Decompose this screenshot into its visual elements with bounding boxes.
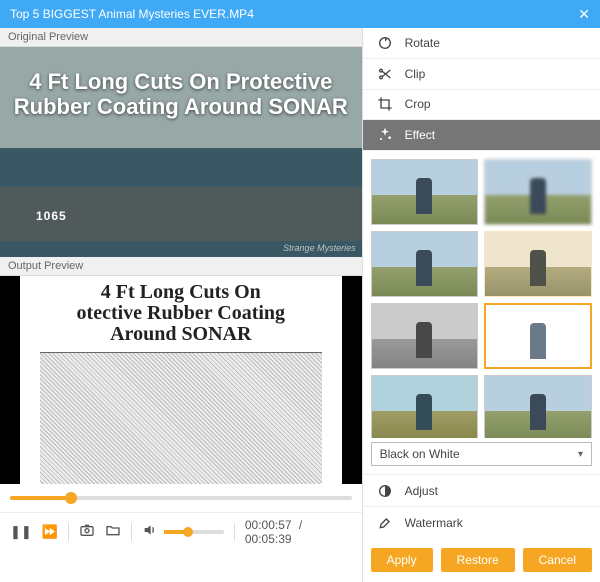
effect-dropdown[interactable]: Black on White ▾ bbox=[371, 442, 592, 466]
output-overlay-text: 4 Ft Long Cuts On otective Rubber Coatin… bbox=[20, 282, 342, 345]
effect-thumb[interactable] bbox=[371, 303, 479, 369]
right-panel: Rotate Clip Crop Effect Black on White bbox=[363, 28, 600, 582]
left-panel: Original Preview 1065 4 Ft Long Cuts On … bbox=[0, 28, 363, 582]
effect-thumb[interactable] bbox=[484, 159, 592, 225]
tool-watermark[interactable]: Watermark bbox=[363, 506, 600, 538]
hull-number: 1065 bbox=[36, 209, 67, 223]
tool-rotate-label: Rotate bbox=[405, 36, 440, 50]
seek-track[interactable] bbox=[10, 496, 352, 500]
window-title: Top 5 BIGGEST Animal Mysteries EVER.MP4 bbox=[10, 7, 578, 21]
scissors-icon bbox=[377, 66, 393, 82]
separator bbox=[131, 523, 132, 541]
effect-thumb[interactable] bbox=[371, 159, 479, 225]
original-overlay-text: 4 Ft Long Cuts On Protective Rubber Coat… bbox=[0, 69, 362, 120]
output-preview-label: Output Preview bbox=[0, 257, 362, 276]
time-sep: / bbox=[299, 518, 302, 532]
close-icon[interactable]: ✕ bbox=[578, 6, 590, 23]
speaker-icon bbox=[142, 522, 158, 538]
snapshot-button[interactable] bbox=[79, 522, 95, 541]
original-preview-label: Original Preview bbox=[0, 28, 362, 47]
rotate-icon bbox=[377, 35, 393, 51]
footer-buttons: Apply Restore Cancel bbox=[363, 538, 600, 582]
tool-effect-label: Effect bbox=[405, 128, 435, 142]
output-frame: 4 Ft Long Cuts On otective Rubber Coatin… bbox=[20, 276, 342, 484]
timeline bbox=[0, 484, 362, 512]
volume-control bbox=[142, 522, 224, 541]
restore-button[interactable]: Restore bbox=[441, 548, 515, 572]
tool-adjust[interactable]: Adjust bbox=[363, 474, 600, 506]
time-display: 00:00:57 / 00:05:39 bbox=[245, 518, 352, 546]
cancel-button[interactable]: Cancel bbox=[523, 548, 592, 572]
current-time: 00:00:57 bbox=[245, 518, 292, 532]
apply-button[interactable]: Apply bbox=[371, 548, 433, 572]
camera-icon bbox=[79, 522, 95, 538]
sparkle-icon bbox=[377, 127, 393, 143]
effect-thumb[interactable] bbox=[484, 231, 592, 297]
tool-crop-label: Crop bbox=[405, 97, 431, 111]
total-time: 00:05:39 bbox=[245, 532, 292, 546]
crop-icon bbox=[377, 96, 393, 112]
tool-adjust-label: Adjust bbox=[405, 484, 438, 498]
open-folder-button[interactable] bbox=[105, 522, 121, 541]
volume-track[interactable] bbox=[164, 530, 224, 534]
volume-thumb[interactable] bbox=[183, 527, 193, 537]
adjust-icon bbox=[377, 483, 393, 499]
tool-watermark-label: Watermark bbox=[405, 516, 463, 530]
output-preview: 4 Ft Long Cuts On otective Rubber Coatin… bbox=[0, 276, 362, 484]
fast-forward-button[interactable]: ⏩ bbox=[42, 524, 58, 540]
tool-effect[interactable]: Effect bbox=[363, 120, 600, 151]
volume-icon[interactable] bbox=[142, 522, 158, 541]
tool-rotate[interactable]: Rotate bbox=[363, 28, 600, 59]
titlebar: Top 5 BIGGEST Animal Mysteries EVER.MP4 … bbox=[0, 0, 600, 28]
source-watermark: Strange Mysteries bbox=[283, 243, 356, 253]
tool-clip[interactable]: Clip bbox=[363, 59, 600, 90]
playback-controls: ❚❚ ⏩ 00:00:57 / bbox=[0, 512, 362, 550]
effect-thumb[interactable] bbox=[484, 375, 592, 438]
separator bbox=[234, 523, 235, 541]
tool-crop[interactable]: Crop bbox=[363, 90, 600, 121]
effect-thumb-selected[interactable] bbox=[484, 303, 592, 369]
pause-button[interactable]: ❚❚ bbox=[10, 524, 32, 540]
effect-dropdown-value: Black on White bbox=[380, 447, 460, 461]
output-sketch bbox=[40, 352, 322, 484]
tool-clip-label: Clip bbox=[405, 67, 426, 81]
separator bbox=[68, 523, 69, 541]
brush-icon bbox=[377, 515, 393, 531]
original-preview: 1065 4 Ft Long Cuts On Protective Rubber… bbox=[0, 47, 362, 257]
effects-grid bbox=[363, 151, 600, 438]
effect-thumb[interactable] bbox=[371, 231, 479, 297]
main-container: Original Preview 1065 4 Ft Long Cuts On … bbox=[0, 28, 600, 582]
bottom-tools: Adjust Watermark bbox=[363, 474, 600, 538]
seek-thumb[interactable] bbox=[65, 492, 77, 504]
seek-progress bbox=[10, 496, 71, 500]
folder-icon bbox=[105, 522, 121, 538]
effect-thumb[interactable] bbox=[371, 375, 479, 438]
chevron-down-icon: ▾ bbox=[578, 449, 583, 460]
